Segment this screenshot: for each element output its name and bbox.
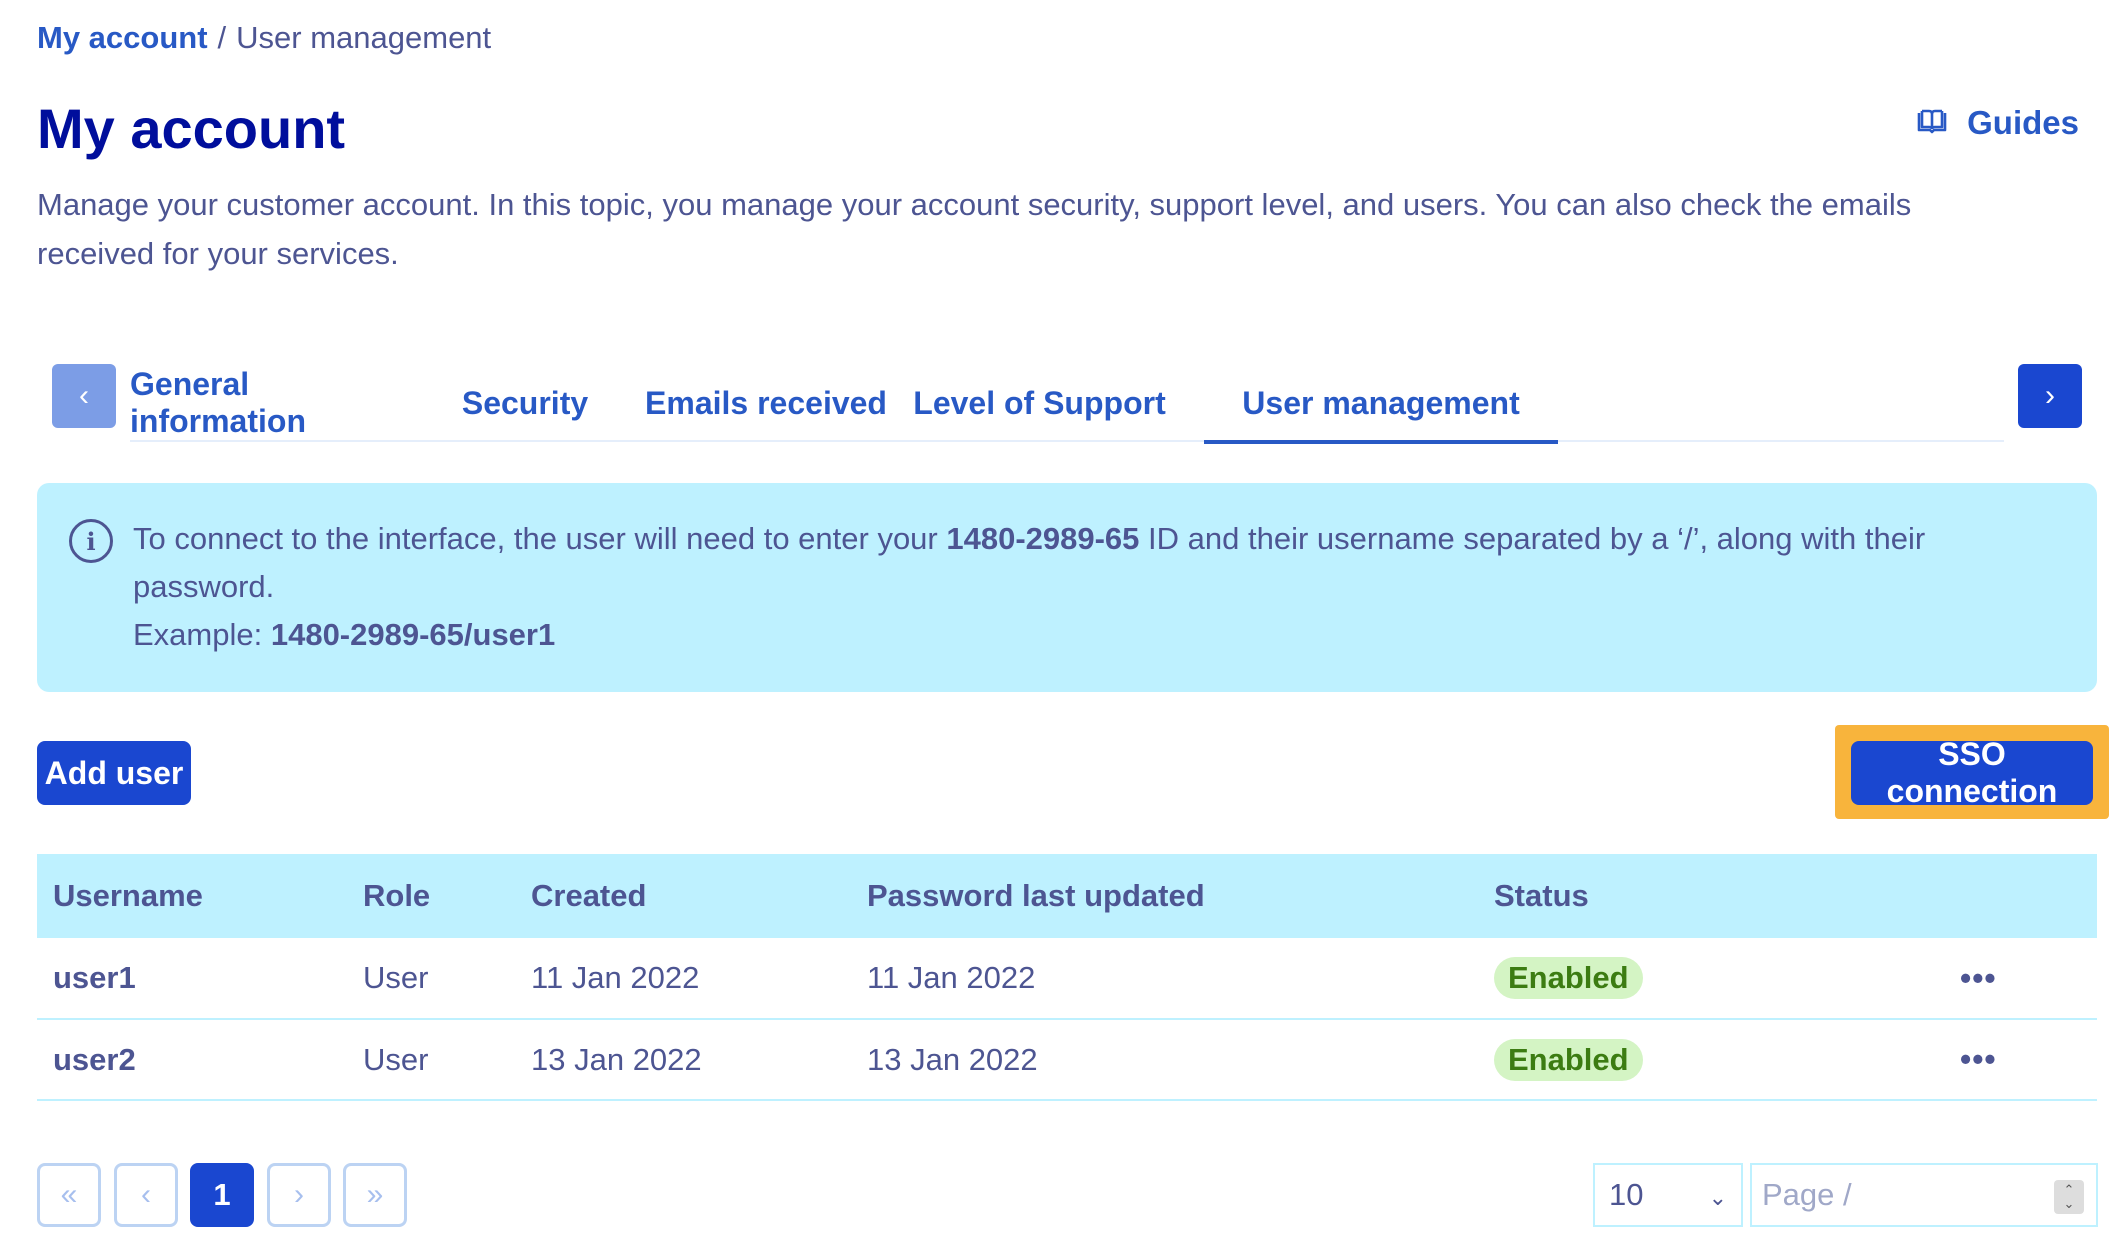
info-account-id: 1480-2989-65 — [946, 521, 1140, 556]
table-header-row: Username Role Created Password last upda… — [37, 854, 2097, 938]
users-table: Username Role Created Password last upda… — [37, 854, 2097, 1101]
tab-general-information[interactable]: General information — [130, 364, 415, 442]
status-badge: Enabled — [1494, 1038, 1643, 1081]
tab-user-management[interactable]: User management — [1204, 364, 1558, 444]
tab-strip: General information Security Emails rece… — [130, 364, 2004, 444]
tab-emails-received[interactable]: Emails received — [635, 364, 897, 442]
more-actions-icon[interactable]: ••• — [1960, 1041, 1997, 1077]
guides-link[interactable]: Guides — [1917, 104, 2079, 142]
breadcrumb-current: User management — [236, 20, 492, 55]
column-header-status: Status — [1494, 878, 1589, 913]
info-icon: i — [69, 519, 113, 563]
add-user-button[interactable]: Add user — [37, 741, 191, 805]
cell-actions: ••• — [1944, 1019, 2097, 1100]
tabs-prev-button[interactable]: ‹ — [52, 364, 116, 428]
cell-status: Enabled — [1478, 938, 1944, 1019]
info-banner: i To connect to the interface, the user … — [37, 483, 2097, 692]
book-icon — [1917, 104, 1947, 142]
guides-label: Guides — [1967, 104, 2079, 141]
tab-security[interactable]: Security — [415, 364, 635, 442]
chevron-left-icon: ‹ — [79, 379, 89, 412]
info-text-before: To connect to the interface, the user wi… — [133, 521, 947, 556]
breadcrumb-my-account-link[interactable]: My account — [37, 18, 208, 58]
column-header-role: Role — [363, 878, 431, 913]
page-input-placeholder: Page / — [1762, 1177, 1852, 1212]
page-number-input[interactable]: Page / ⌃ ⌄ — [1750, 1163, 2098, 1227]
page-size-value: 10 — [1609, 1177, 1644, 1212]
page-size-select[interactable]: 10 ⌄ — [1593, 1163, 1743, 1227]
chevron-right-icon: › — [2045, 379, 2055, 412]
breadcrumb-separator: / — [217, 20, 227, 55]
table-row: user2 User 13 Jan 2022 13 Jan 2022 Enabl… — [37, 1019, 2097, 1100]
cell-created: 13 Jan 2022 — [531, 1041, 702, 1077]
breadcrumb: My account / User management — [37, 18, 491, 58]
page-description: Manage your customer account. In this to… — [37, 187, 1912, 271]
column-header-username: Username — [53, 878, 203, 913]
cell-actions: ••• — [1944, 938, 2097, 1019]
tab-level-of-support[interactable]: Level of Support — [897, 364, 1182, 442]
tab-bar: ‹ General information Security Emails re… — [52, 364, 2082, 444]
pagination-last-button[interactable]: » — [343, 1163, 407, 1227]
pagination-page-1[interactable]: 1 — [190, 1163, 254, 1227]
pagination-first-button[interactable]: « — [37, 1163, 101, 1227]
more-actions-icon[interactable]: ••• — [1960, 960, 1997, 996]
column-header-password-updated: Password last updated — [867, 878, 1205, 913]
cell-role: User — [363, 1041, 429, 1077]
info-example-label: Example: — [133, 617, 271, 652]
cell-created: 11 Jan 2022 — [531, 960, 700, 995]
pagination-next-button[interactable]: › — [267, 1163, 331, 1227]
info-message: To connect to the interface, the user wi… — [133, 515, 2063, 659]
pagination-prev-button[interactable]: ‹ — [114, 1163, 178, 1227]
info-example-value: 1480-2989-65/user1 — [270, 617, 556, 652]
tabs-next-button[interactable]: › — [2018, 364, 2082, 428]
page-title: My account — [37, 97, 346, 160]
column-header-actions — [1944, 854, 2097, 938]
status-badge: Enabled — [1494, 957, 1643, 999]
cell-role: User — [363, 960, 429, 995]
sso-connection-button[interactable]: SSO connection — [1851, 736, 2093, 809]
cell-username: user2 — [53, 1041, 136, 1077]
cell-password-updated: 13 Jan 2022 — [867, 1041, 1038, 1077]
chevron-down-icon: ⌄ — [1708, 1185, 1727, 1210]
cell-username: user1 — [53, 960, 136, 995]
column-header-created: Created — [531, 878, 647, 913]
cell-status: Enabled — [1478, 1019, 1944, 1100]
table-row: user1 User 11 Jan 2022 11 Jan 2022 Enabl… — [37, 938, 2097, 1019]
cell-password-updated: 11 Jan 2022 — [867, 960, 1036, 995]
stepper-icon[interactable]: ⌃ ⌄ — [2054, 1180, 2084, 1214]
